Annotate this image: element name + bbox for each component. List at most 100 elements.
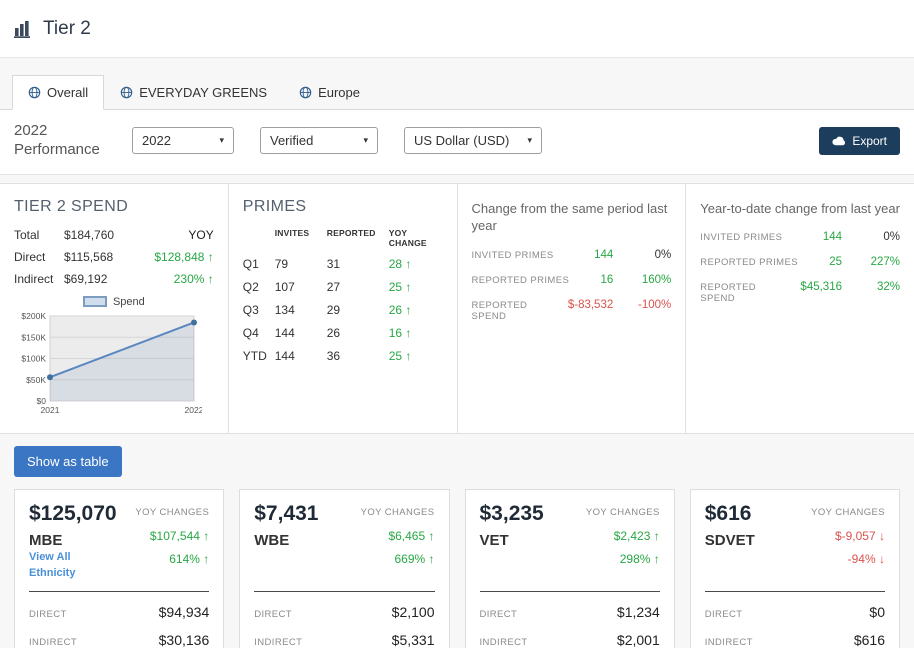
mbe-card: $125,070 MBE View All Ethnicity YOY CHAN… bbox=[14, 488, 225, 648]
invites-value: 79 bbox=[274, 256, 289, 271]
indirect-yoy-value: 230% ↑ bbox=[173, 271, 214, 286]
globe-icon bbox=[299, 86, 312, 99]
primes-title: PRIMES bbox=[242, 197, 307, 215]
dashboard-page: Tier 2 Overall EVERYDAY GREENS Europe 20… bbox=[0, 0, 914, 648]
year-select[interactable]: 2022 ▾ bbox=[132, 127, 234, 155]
direct-row: DIRECT $94,934 bbox=[29, 604, 209, 620]
yoy-changes-label: YOY CHANGES bbox=[811, 506, 885, 518]
card-code: WBE bbox=[254, 531, 290, 549]
row-label: REPORTED SPEND bbox=[700, 282, 757, 305]
card-amount: $616 bbox=[704, 501, 752, 525]
legend-swatch-icon bbox=[82, 296, 107, 307]
reported-value: 27 bbox=[326, 279, 341, 294]
change-row: INVITED PRIMES 144 0% bbox=[472, 249, 672, 261]
change-row: REPORTED PRIMES 16 160% bbox=[472, 274, 672, 286]
change-percent: 227% bbox=[870, 256, 900, 269]
indirect-label: Indirect bbox=[14, 271, 54, 286]
change-row: REPORTED SPEND $45,316 32% bbox=[700, 281, 900, 304]
indirect-label: INDIRECT bbox=[29, 636, 78, 648]
vet-card: $3,235 VET YOY CHANGES $2,423 ↑ 298% ↑ D… bbox=[464, 488, 675, 648]
bar-chart-icon bbox=[14, 20, 34, 38]
tab-label: Europe bbox=[318, 85, 360, 100]
wbe-card: $7,431 WBE YOY CHANGES $6,465 ↑ 669% ↑ D… bbox=[239, 488, 450, 648]
yoy-percent: 614% ↑ bbox=[169, 551, 210, 566]
tier2-spend-panel: TIER 2 SPEND Total $184,760 YOY Direct $… bbox=[0, 183, 229, 433]
card-amount: $7,431 bbox=[254, 501, 319, 525]
globe-icon bbox=[120, 86, 133, 99]
tab-europe[interactable]: Europe bbox=[283, 75, 376, 110]
change-value: $45,316 bbox=[800, 281, 842, 294]
yoy-percent: -94% ↓ bbox=[847, 551, 885, 566]
direct-value: $115,568 bbox=[64, 249, 114, 264]
indirect-row: INDIRECT $5,331 bbox=[254, 632, 434, 648]
svg-text:2022: 2022 bbox=[185, 405, 202, 415]
col-header-invites: INVITES bbox=[274, 227, 310, 238]
change-value: 144 bbox=[822, 231, 842, 244]
direct-value: $0 bbox=[869, 603, 885, 620]
indirect-value: $616 bbox=[853, 631, 885, 648]
performance-title-year: 2022 bbox=[14, 122, 48, 139]
export-button[interactable]: Export bbox=[819, 126, 900, 155]
status-select[interactable]: Verified ▾ bbox=[260, 127, 378, 155]
change-value: $-83,532 bbox=[567, 298, 614, 311]
row-label: REPORTED PRIMES bbox=[700, 257, 798, 269]
tier2-spend-summary: Total $184,760 YOY Direct $115,568 $128,… bbox=[14, 228, 214, 286]
card-code-label: MBE bbox=[29, 531, 63, 549]
primes-table: INVITES REPORTED YOY CHANGE Q1 79 31 28 … bbox=[243, 228, 443, 363]
chart-legend: Spend bbox=[14, 296, 214, 308]
yoy-amount: $107,544 ↑ bbox=[149, 528, 210, 543]
reported-value: 26 bbox=[326, 325, 341, 340]
tab-everyday-greens[interactable]: EVERYDAY GREENS bbox=[104, 75, 283, 110]
chevron-down-icon: ▾ bbox=[527, 135, 532, 146]
yoy-changes-label: YOY CHANGES bbox=[135, 506, 210, 518]
export-label: Export bbox=[852, 133, 887, 148]
svg-text:$150K: $150K bbox=[21, 332, 46, 342]
show-as-table-button[interactable]: Show as table bbox=[14, 445, 122, 477]
primes-panel: PRIMES INVITES REPORTED YOY CHANGE Q1 79… bbox=[229, 183, 458, 433]
change-percent: 160% bbox=[641, 273, 672, 286]
spend-line-chart: $0 $50K $100K $150K $200K 2021 2022 bbox=[14, 310, 214, 421]
direct-value: $2,100 bbox=[391, 603, 435, 620]
direct-label: DIRECT bbox=[704, 608, 743, 620]
change-value: 16 bbox=[600, 273, 614, 286]
chevron-down-icon: ▾ bbox=[363, 135, 368, 146]
yoy-percent: 669% ↑ bbox=[394, 551, 435, 566]
indirect-label: INDIRECT bbox=[704, 636, 753, 648]
ytd-change-panel: Year-to-date change from last year INVIT… bbox=[686, 184, 914, 433]
indirect-label: INDIRECT bbox=[479, 636, 528, 648]
reported-value: 29 bbox=[326, 302, 341, 317]
indirect-row: INDIRECT $2,001 bbox=[480, 632, 660, 648]
currency-select[interactable]: US Dollar (USD) ▾ bbox=[404, 127, 542, 155]
card-code: MBE View All Ethnicity bbox=[29, 532, 127, 582]
ytd-change-title: Year-to-date change from last year bbox=[700, 200, 900, 216]
summary-panels: TIER 2 SPEND Total $184,760 YOY Direct $… bbox=[0, 182, 914, 434]
sdvet-card: $616 SDVET YOY CHANGES $-9,057 ↓ -94% ↓ … bbox=[689, 488, 900, 648]
divider bbox=[254, 590, 435, 592]
direct-label: Direct bbox=[14, 249, 46, 264]
year-select-value: 2022 bbox=[142, 133, 171, 149]
divider bbox=[479, 590, 660, 592]
direct-yoy-value: $128,848 ↑ bbox=[154, 249, 214, 264]
indirect-label: INDIRECT bbox=[254, 636, 303, 648]
yoy-header: YOY bbox=[188, 227, 214, 242]
yoy-change-value: 26 ↑ bbox=[388, 302, 412, 317]
invites-value: 144 bbox=[274, 348, 295, 363]
direct-label: DIRECT bbox=[479, 608, 518, 620]
change-value: 25 bbox=[829, 256, 842, 269]
indirect-value: $69,192 bbox=[64, 271, 108, 286]
status-select-value: Verified bbox=[270, 133, 314, 149]
tab-overall[interactable]: Overall bbox=[12, 75, 105, 110]
change-row: REPORTED SPEND $-83,532 -100% bbox=[472, 299, 672, 322]
tier2-spend-title: TIER 2 SPEND bbox=[14, 197, 129, 215]
view-all-ethnicity-link[interactable]: View All Ethnicity bbox=[29, 549, 91, 582]
divider bbox=[704, 590, 885, 592]
row-label: REPORTED PRIMES bbox=[471, 274, 570, 286]
tab-label: EVERYDAY GREENS bbox=[139, 85, 268, 100]
reported-value: 36 bbox=[326, 348, 341, 363]
card-amount: $3,235 bbox=[479, 501, 544, 525]
row-label: Q2 bbox=[242, 279, 259, 294]
page-title: Tier 2 bbox=[43, 17, 91, 39]
direct-row: DIRECT $2,100 bbox=[254, 604, 434, 620]
card-amount: $125,070 bbox=[29, 501, 117, 525]
app-header: Tier 2 bbox=[0, 0, 914, 58]
